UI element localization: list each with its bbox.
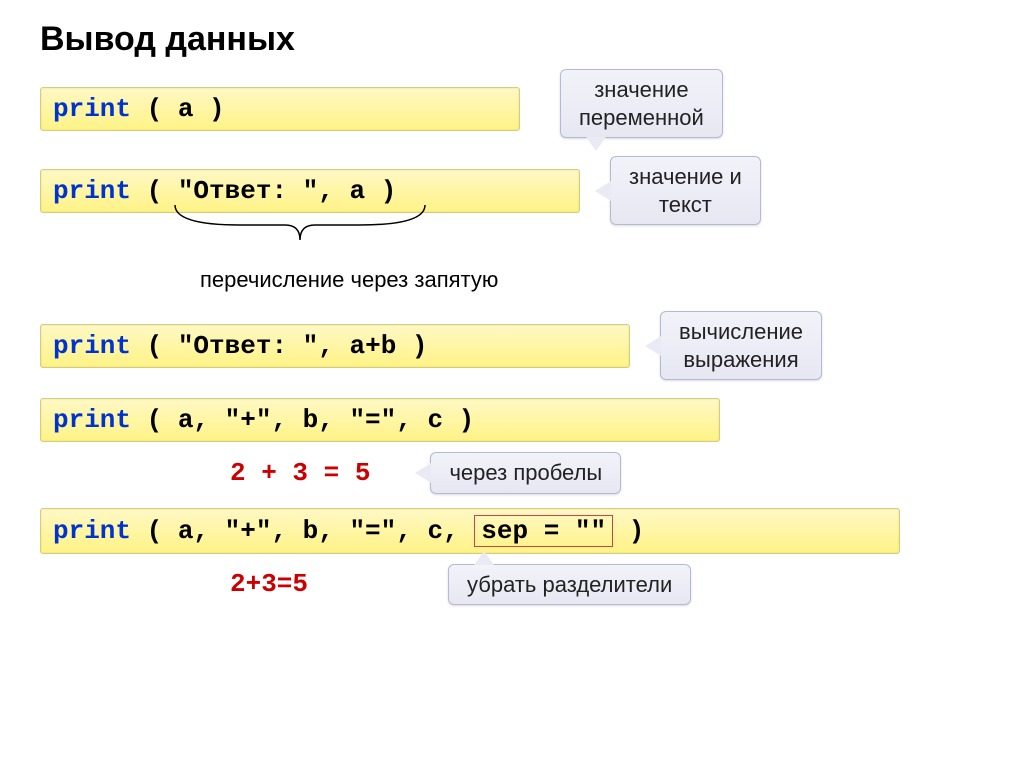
example-3-row: print ( "Ответ: ", a+b ) вычисление выра… xyxy=(40,311,984,380)
print-keyword: print xyxy=(53,331,131,361)
example-4-result-row: 2 + 3 = 5 через пробелы xyxy=(40,452,984,494)
result-5: 2+3=5 xyxy=(230,569,308,599)
code-example-4: print ( a, "+", b, "=", c ) xyxy=(40,398,720,442)
example-5-row: print ( a, "+", b, "=", c, sep = "" ) xyxy=(40,508,984,554)
callout-variable-value: значение переменной xyxy=(560,69,723,138)
code-example-1: print ( a ) xyxy=(40,87,520,131)
code-example-3: print ( "Ответ: ", a+b ) xyxy=(40,324,630,368)
sep-argument: sep = "" xyxy=(474,515,613,547)
example-2-row: print ( "Ответ: ", a ) значение и текст xyxy=(40,156,984,225)
example-5-result-row: 2+3=5 убрать разделители xyxy=(40,564,984,606)
callout-remove-separators: убрать разделители xyxy=(448,564,691,606)
example-4-row: print ( a, "+", b, "=", c ) xyxy=(40,398,984,442)
code-example-2: print ( "Ответ: ", a ) xyxy=(40,169,580,213)
note-comma-list: перечисление через запятую xyxy=(200,267,984,293)
code-example-5: print ( a, "+", b, "=", c, sep = "" ) xyxy=(40,508,900,554)
print-keyword: print xyxy=(53,405,131,435)
page-title: Вывод данных xyxy=(40,20,984,59)
example-1-row: print ( a ) значение переменной xyxy=(40,79,984,138)
print-keyword: print xyxy=(53,94,131,124)
result-4: 2 + 3 = 5 xyxy=(230,458,370,488)
callout-value-and-text: значение и текст xyxy=(610,156,761,225)
callout-expression: вычисление выражения xyxy=(660,311,822,380)
print-keyword: print xyxy=(53,516,131,546)
callout-spaces: через пробелы xyxy=(430,452,621,494)
print-keyword: print xyxy=(53,176,131,206)
